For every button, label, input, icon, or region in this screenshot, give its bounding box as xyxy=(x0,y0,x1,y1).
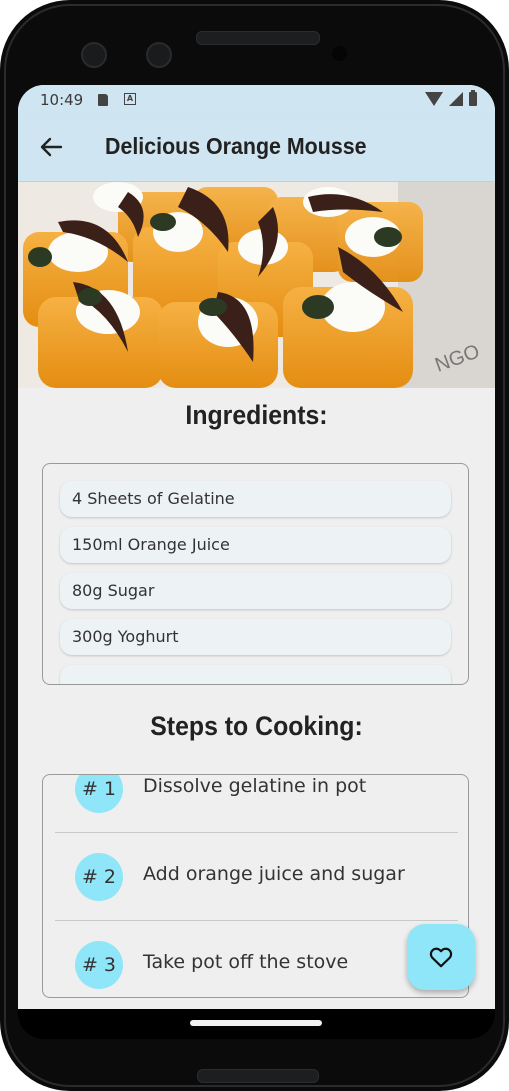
ingredient-item-partial xyxy=(60,665,451,684)
ingredient-item: 80g Sugar xyxy=(60,573,451,609)
ingredients-list[interactable]: 4 Sheets of Gelatine 150ml Orange Juice … xyxy=(42,463,469,685)
step-row: # 3 Take pot off the stove xyxy=(55,921,458,997)
ingredient-item: 4 Sheets of Gelatine xyxy=(60,481,451,517)
a-notification-icon: A xyxy=(124,93,136,105)
ingredient-item: 300g Yoghurt xyxy=(60,619,451,655)
arrow-left-icon xyxy=(40,137,63,157)
phone-frame: 10:49 A Delicious Orange Mousse NGO Ingr… xyxy=(0,0,509,1091)
sd-card-icon xyxy=(98,94,108,106)
app-screen: 10:49 A Delicious Orange Mousse NGO Ingr… xyxy=(18,85,495,1009)
home-gesture-pill[interactable] xyxy=(190,1020,322,1026)
battery-icon xyxy=(469,90,477,106)
wifi-icon xyxy=(425,92,443,106)
status-time: 10:49 xyxy=(40,91,84,109)
recipe-hero-image: NGO xyxy=(18,182,495,388)
front-camera-right xyxy=(146,42,172,68)
steps-list[interactable]: # 1 Dissolve gelatine in pot # 2 Add ora… xyxy=(42,774,469,998)
app-bar: Delicious Orange Mousse xyxy=(18,115,495,181)
step-number-badge: # 3 xyxy=(75,941,123,989)
step-number-badge: # 1 xyxy=(75,775,123,813)
back-button[interactable] xyxy=(34,129,70,165)
orange-mousse-photo: NGO xyxy=(18,182,495,388)
ingredients-heading: Ingredients: xyxy=(185,400,328,430)
step-number-badge: # 2 xyxy=(75,853,123,901)
ingredient-item: 150ml Orange Juice xyxy=(60,527,451,563)
proximity-sensor xyxy=(332,46,347,61)
steps-heading: Steps to Cooking: xyxy=(150,711,363,741)
step-row: # 1 Dissolve gelatine in pot xyxy=(55,775,458,833)
favorite-button[interactable] xyxy=(407,924,475,990)
cellular-signal-icon xyxy=(449,92,463,106)
step-text: Take pot off the stove xyxy=(143,951,349,973)
heart-outline-icon xyxy=(429,947,453,968)
earpiece-speaker xyxy=(196,31,320,45)
step-row: # 2 Add orange juice and sugar xyxy=(55,833,458,921)
front-camera-left xyxy=(81,42,107,68)
step-text: Dissolve gelatine in pot xyxy=(143,775,367,797)
status-icons xyxy=(425,90,477,107)
step-text: Add orange juice and sugar xyxy=(143,863,405,885)
page-title: Delicious Orange Mousse xyxy=(105,133,367,159)
bottom-speaker xyxy=(197,1069,319,1083)
status-bar: 10:49 A xyxy=(18,85,495,115)
